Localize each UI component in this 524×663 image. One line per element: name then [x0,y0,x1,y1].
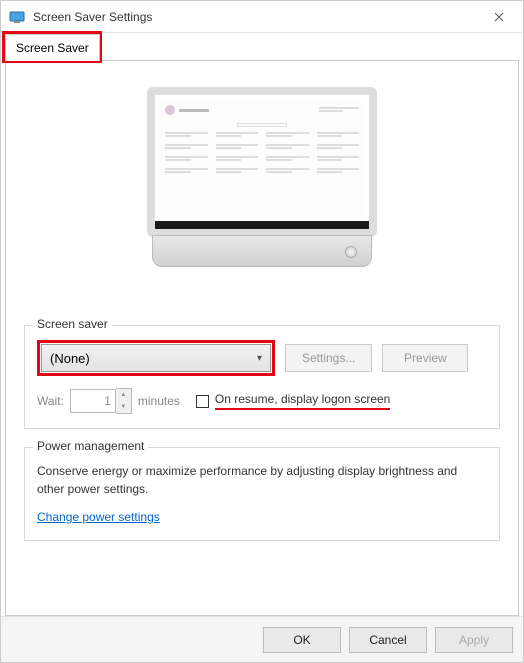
monitor-desktop [159,99,365,225]
power-description: Conserve energy or maximize performance … [37,462,487,498]
power-legend: Power management [33,439,148,453]
monitor-taskbar [155,221,369,229]
dialog-button-row: OK Cancel Apply [1,616,523,662]
screen-saver-dialog: Screen Saver Settings Screen Saver [0,0,524,663]
wait-row: Wait: ▲ ▼ minutes On resume, display log… [37,388,487,414]
wait-input[interactable] [70,389,116,413]
spinner-down[interactable]: ▼ [116,401,131,413]
screensaver-select-row: (None) ▾ Settings... Preview [37,340,487,376]
preview-button[interactable]: Preview [382,344,468,372]
monitor-graphic [137,87,387,287]
screensaver-dropdown[interactable]: (None) ▾ [41,344,271,372]
monitor-power-button [345,246,357,258]
cancel-button[interactable]: Cancel [349,627,427,653]
ok-button[interactable]: OK [263,627,341,653]
close-button[interactable] [483,5,515,29]
monitor-preview [24,77,500,307]
settings-button[interactable]: Settings... [285,344,372,372]
resume-label[interactable]: On resume, display logon screen [215,392,390,410]
power-management-group: Power management Conserve energy or maxi… [24,447,500,541]
annotation-highlight-select: (None) ▾ [37,340,275,376]
change-power-link[interactable]: Change power settings [37,510,160,524]
app-icon [9,9,25,25]
spinner-buttons: ▲ ▼ [116,388,132,414]
close-icon [494,12,504,22]
spinner-up[interactable]: ▲ [116,389,131,401]
screen-saver-group: Screen saver (None) ▾ Settings... Previe… [24,325,500,429]
titlebar: Screen Saver Settings [1,1,523,33]
tab-screen-saver[interactable]: Screen Saver [5,34,100,61]
resume-checkbox[interactable] [196,395,209,408]
tab-label: Screen Saver [16,41,89,55]
wait-spinner: ▲ ▼ [70,388,132,414]
resume-checkbox-wrap: On resume, display logon screen [196,392,390,410]
wait-label: Wait: [37,394,64,408]
screensaver-selected: (None) [50,351,90,366]
minutes-label: minutes [138,394,180,408]
tab-strip: Screen Saver [1,33,523,60]
window-title: Screen Saver Settings [33,10,483,24]
apply-button[interactable]: Apply [435,627,513,653]
monitor-screen [147,87,377,237]
tab-content: Screen saver (None) ▾ Settings... Previe… [5,60,519,616]
screen-saver-legend: Screen saver [33,317,112,331]
monitor-stand [152,235,372,267]
chevron-down-icon: ▾ [257,353,262,364]
